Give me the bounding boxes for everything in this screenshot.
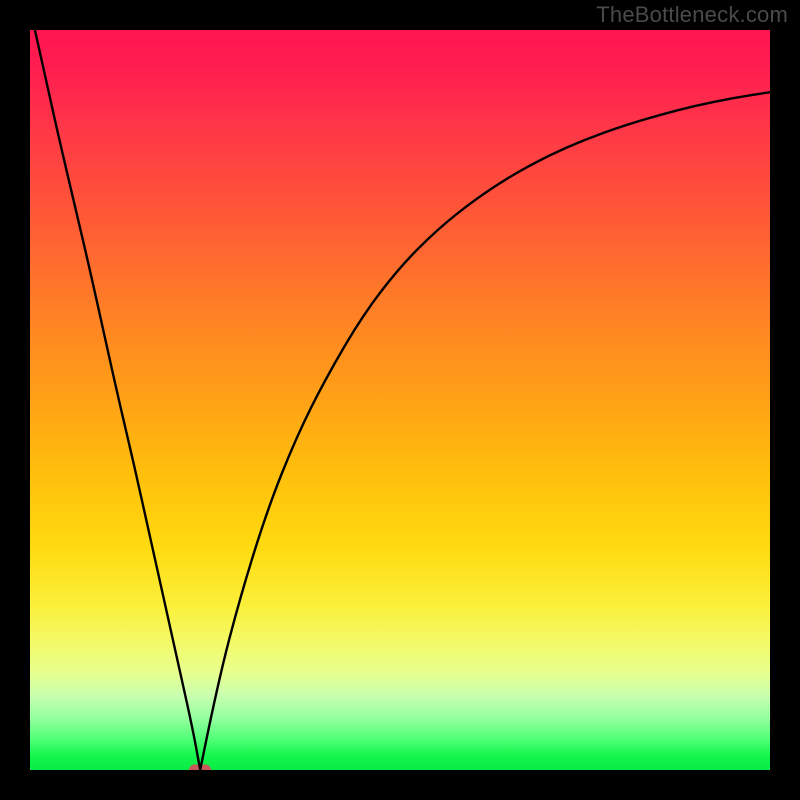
bottleneck-curve [30, 30, 770, 770]
watermark-text: TheBottleneck.com [596, 2, 788, 28]
chart-frame: TheBottleneck.com [0, 0, 800, 800]
plot-area [30, 30, 770, 770]
